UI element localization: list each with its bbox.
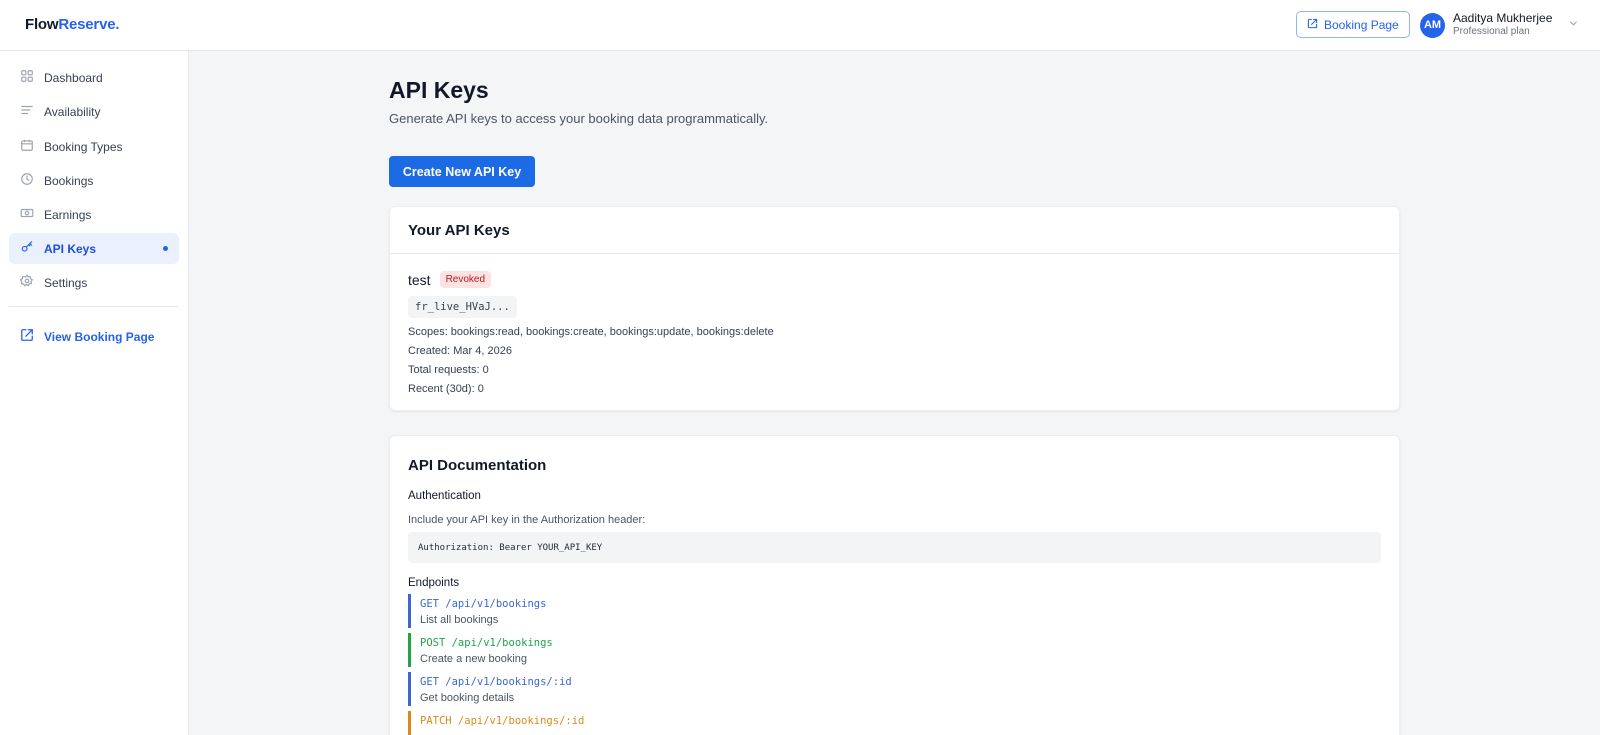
external-link-icon (20, 328, 34, 345)
user-menu[interactable]: AM Aaditya Mukherjee Professional plan (1420, 11, 1579, 39)
api-docs-card: API Documentation Authentication Include… (389, 435, 1400, 735)
lines-icon (20, 103, 34, 120)
chevron-down-icon (1568, 16, 1579, 34)
sidebar-divider (9, 306, 179, 307)
api-docs-title: API Documentation (408, 457, 547, 474)
gear-icon (19, 274, 34, 291)
grid-icon (20, 69, 34, 86)
view-booking-page-label: View Booking Page (44, 329, 155, 344)
main-content: API Keys Generate API keys to access you… (189, 51, 1600, 735)
api-key-row: test Revoked (408, 271, 492, 288)
api-key-scopes: Scopes: bookings:read, bookings:create, … (408, 326, 774, 338)
api-key-created: Created: Mar 4, 2026 (408, 345, 512, 357)
sidebar-item-booking-types[interactable]: Booking Types (9, 131, 179, 162)
logo-text-flow: Flow (25, 16, 59, 33)
logo-text-reserve: Reserve. (58, 16, 120, 33)
endpoint-item: GET /api/v1/bookings/:id Get booking det… (408, 672, 1008, 706)
sidebar-item-label: Booking Types (44, 139, 123, 154)
booking-page-label: Booking Page (1324, 17, 1399, 32)
sidebar: Dashboard Availability Booking Types Boo… (0, 51, 189, 735)
avatar: AM (1420, 12, 1445, 38)
endpoint-desc: Create a new booking (420, 653, 528, 665)
user-plan: Professional plan (1453, 26, 1530, 38)
status-badge: Revoked (439, 271, 492, 288)
api-key-recent-requests: Recent (30d): 0 (408, 383, 484, 395)
endpoint-item: GET /api/v1/bookings List all bookings (408, 594, 1008, 628)
sidebar-item-label: API Keys (44, 241, 97, 256)
auth-text: Include your API key in the Authorizatio… (408, 514, 646, 526)
sidebar-item-label: Bookings (44, 173, 94, 188)
page-title: API Keys (389, 77, 489, 103)
endpoint-item: POST /api/v1/bookings Create a new booki… (408, 633, 1008, 667)
key-icon (20, 240, 34, 257)
sidebar-item-label: Settings (44, 275, 88, 290)
calendar-icon (20, 138, 34, 155)
money-icon (20, 206, 34, 223)
endpoint-code: POST /api/v1/bookings (420, 637, 553, 649)
endpoint-desc: Get booking details (420, 692, 515, 704)
api-keys-card-title: Your API Keys (390, 207, 1399, 254)
endpoints-heading: Endpoints (408, 577, 460, 589)
sidebar-item-label: Earnings (44, 207, 92, 222)
user-name: Aaditya Mukherjee (1453, 11, 1553, 26)
sidebar-item-label: Dashboard (44, 70, 103, 85)
active-indicator-dot (163, 246, 168, 251)
logo[interactable]: FlowReserve. (25, 16, 120, 33)
endpoint-code: GET /api/v1/bookings/:id (420, 676, 572, 688)
auth-code-block: Authorization: Bearer YOUR_API_KEY (408, 532, 1381, 563)
sidebar-item-api-keys[interactable]: API Keys (9, 233, 179, 264)
sidebar-item-availability[interactable]: Availability (9, 96, 179, 127)
view-booking-page-link[interactable]: View Booking Page (9, 321, 154, 352)
endpoint-item: PATCH /api/v1/bookings/:id (408, 711, 1008, 735)
api-key-name: test (408, 271, 431, 288)
api-key-total-requests: Total requests: 0 (408, 364, 489, 376)
auth-heading: Authentication (408, 490, 481, 502)
api-key-prefix: fr_live_HVaJ... (408, 296, 517, 318)
external-link-icon (1307, 18, 1318, 32)
clock-icon (20, 172, 34, 189)
sidebar-item-bookings[interactable]: Bookings (9, 165, 179, 196)
booking-page-button[interactable]: Booking Page (1296, 11, 1410, 38)
top-header: FlowReserve. Booking Page AM Aaditya Muk… (0, 0, 1600, 51)
endpoint-code: GET /api/v1/bookings (420, 598, 547, 610)
api-keys-card: Your API Keys test Revoked fr_live_HVaJ.… (389, 206, 1400, 411)
sidebar-item-dashboard[interactable]: Dashboard (9, 62, 179, 93)
sidebar-item-earnings[interactable]: Earnings (9, 199, 179, 230)
endpoint-desc: List all bookings (420, 614, 499, 626)
page-subtitle: Generate API keys to access your booking… (389, 111, 769, 126)
endpoint-code: PATCH /api/v1/bookings/:id (420, 715, 585, 727)
sidebar-item-label: Availability (44, 104, 101, 119)
create-api-key-button[interactable]: Create New API Key (389, 156, 535, 187)
sidebar-item-settings[interactable]: Settings (9, 267, 179, 298)
